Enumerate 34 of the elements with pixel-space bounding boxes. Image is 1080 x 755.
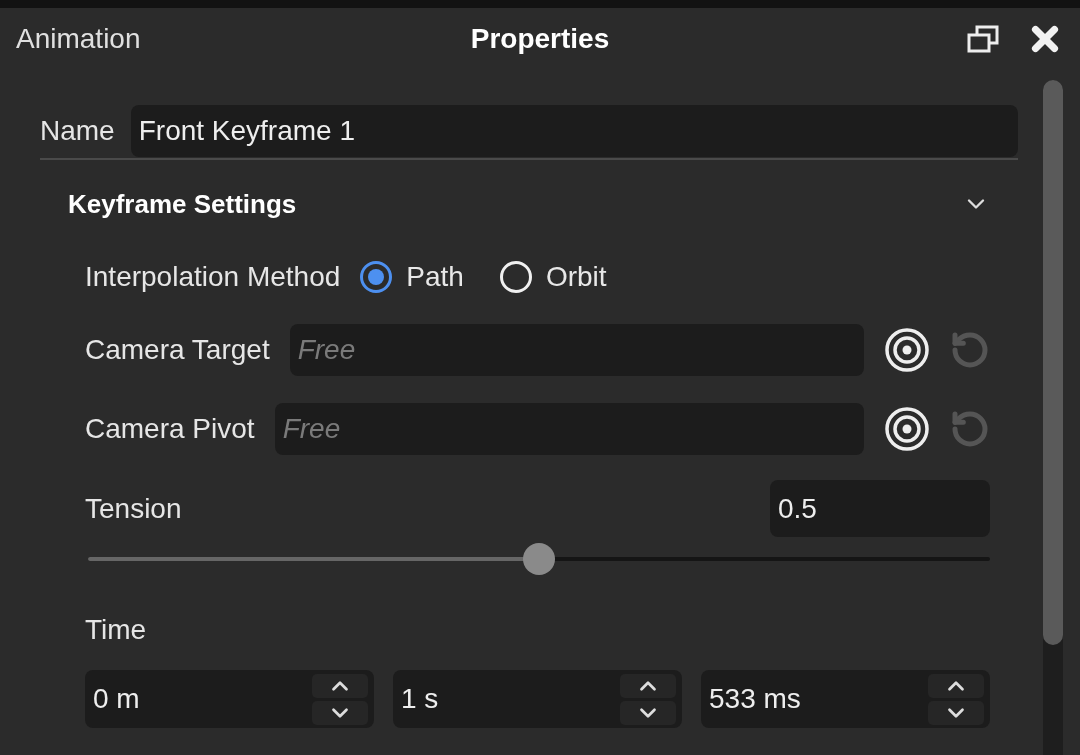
target-icon[interactable] <box>884 327 930 373</box>
radio-option[interactable]: Path <box>360 261 464 293</box>
name-label: Name <box>40 115 115 147</box>
restore-icon[interactable] <box>966 24 1000 54</box>
radio-option[interactable]: Orbit <box>499 261 607 293</box>
radio-icon[interactable] <box>360 261 393 293</box>
scrollbar-thumb[interactable] <box>1043 80 1063 645</box>
increment-button[interactable] <box>312 673 368 698</box>
time-spinbox[interactable]: 1 s <box>393 670 682 728</box>
camera-field-label: Camera Target <box>85 334 270 366</box>
name-field[interactable]: Front Keyframe 1 <box>130 105 1018 157</box>
camera-field[interactable]: Free <box>289 324 864 376</box>
tension-slider[interactable] <box>88 543 990 575</box>
target-icon[interactable] <box>884 406 930 452</box>
increment-button[interactable] <box>620 673 676 698</box>
radio-label: Path <box>406 261 464 293</box>
tension-label: Tension <box>85 492 182 525</box>
camera-field-label: Camera Pivot <box>85 413 255 445</box>
decrement-button[interactable] <box>928 700 984 725</box>
slider-thumb[interactable] <box>523 543 555 575</box>
time-spinbox[interactable]: 0 m <box>85 670 374 728</box>
decrement-button[interactable] <box>620 700 676 725</box>
tension-value-field[interactable]: 0.5 <box>770 480 990 537</box>
panel-tab-label[interactable]: Animation <box>16 23 471 55</box>
panel-title: Properties <box>470 23 610 55</box>
section-header[interactable]: Keyframe Settings <box>40 160 1018 248</box>
scrollbar-track[interactable] <box>1043 80 1063 755</box>
interpolation-label: Interpolation Method <box>85 261 341 293</box>
time-spinbox[interactable]: 533 ms <box>701 670 990 728</box>
time-label: Time <box>85 614 147 646</box>
camera-field[interactable]: Free <box>274 403 864 455</box>
radio-label: Orbit <box>545 261 607 293</box>
increment-button[interactable] <box>928 673 984 698</box>
decrement-button[interactable] <box>312 700 368 725</box>
